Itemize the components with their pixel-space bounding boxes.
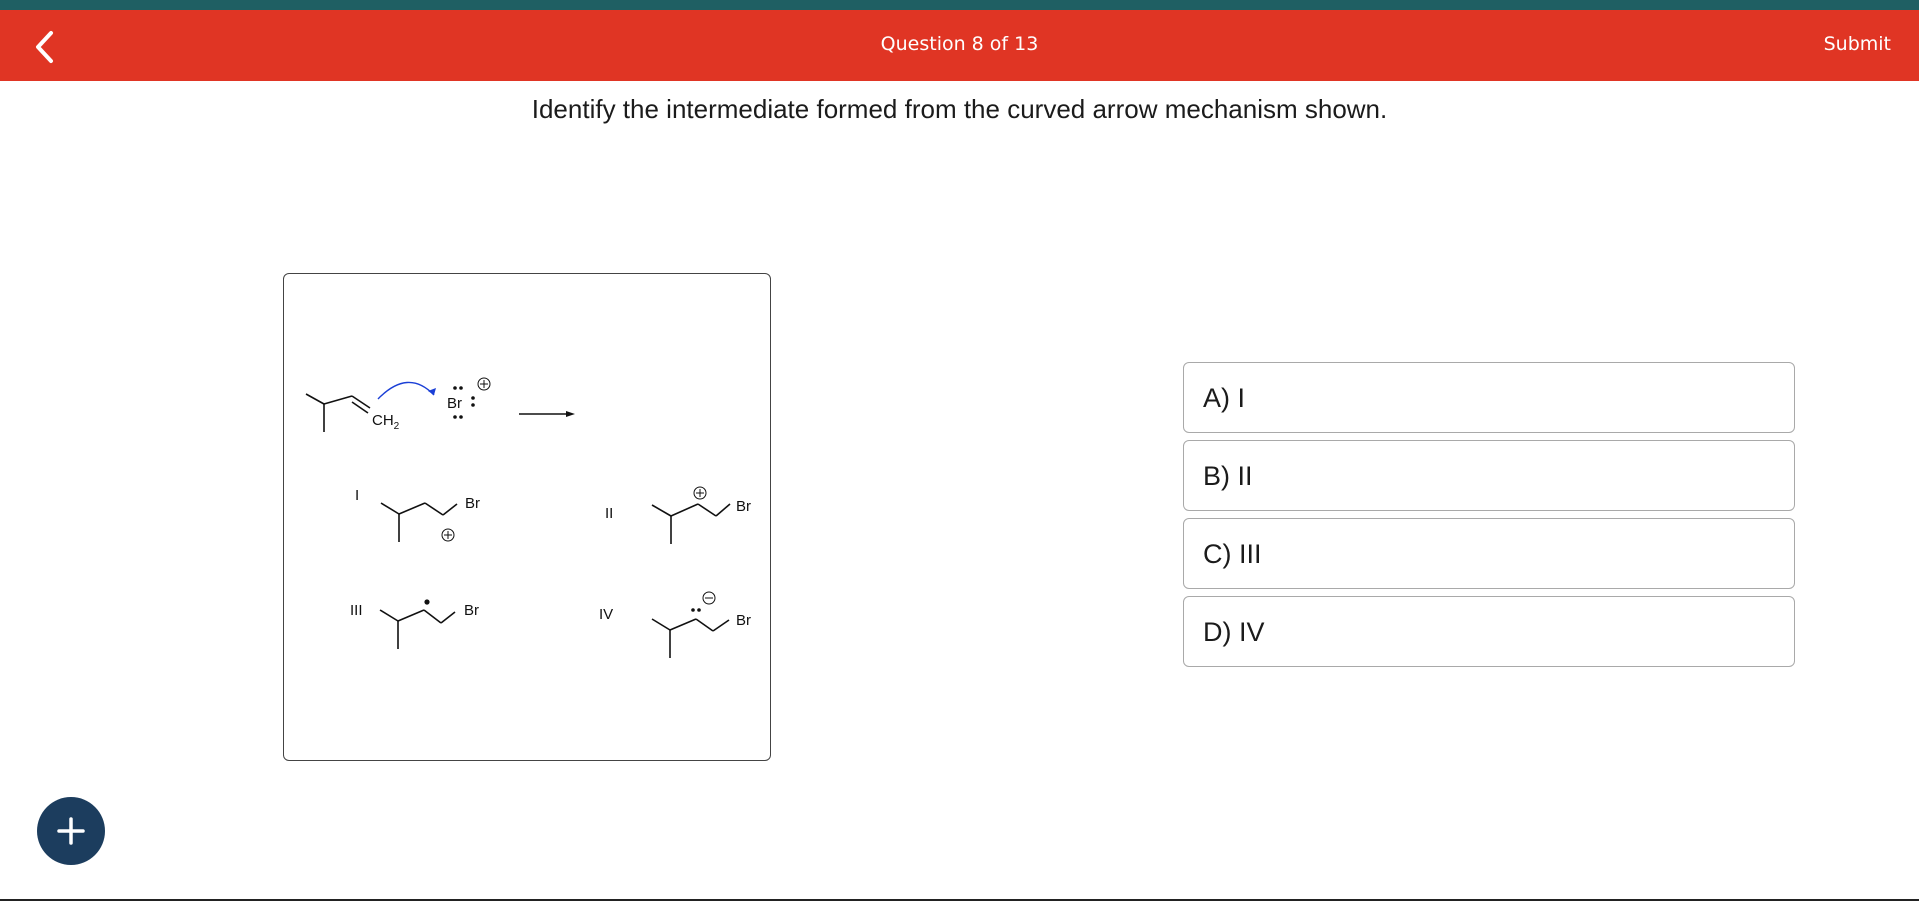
option-a[interactable]: A) I: [1183, 362, 1795, 433]
choice-i-molecule: [380, 502, 458, 542]
choice-i-br: Br: [465, 495, 480, 512]
curved-arrow: [377, 381, 435, 400]
choice-iii-br: Br: [464, 602, 479, 619]
option-c[interactable]: C) III: [1183, 518, 1795, 589]
plus-icon: [57, 817, 85, 845]
choice-i-numeral: I: [355, 487, 359, 504]
header-bar: Question 8 of 13 Submit: [0, 10, 1919, 81]
choice-ii-br: Br: [736, 498, 751, 515]
choice-iv-br: Br: [736, 612, 751, 629]
page-title: Question 8 of 13: [880, 33, 1039, 55]
bottom-divider: [0, 899, 1919, 901]
reactant-molecule: [305, 393, 371, 432]
option-b[interactable]: B) II: [1183, 440, 1795, 511]
choice-iii-molecule: [379, 609, 456, 649]
positive-charge-icon: [441, 528, 455, 542]
reagent-br-label: Br: [447, 395, 462, 412]
choice-iii-numeral: III: [350, 602, 363, 619]
choice-iv-numeral: IV: [599, 606, 613, 623]
question-prompt: Identify the intermediate formed from th…: [531, 94, 1388, 124]
choice-iv-molecule: [651, 618, 730, 658]
mechanism-diagram: CH2 Br I Br II Br III Br IV Br: [305, 377, 751, 658]
add-button[interactable]: [37, 797, 105, 865]
positive-charge-icon: [477, 377, 491, 391]
negative-charge-icon: [702, 591, 716, 605]
choice-ii-molecule: [651, 503, 731, 544]
reactant-ch2-label: CH2: [372, 412, 400, 432]
positive-charge-icon: [693, 486, 707, 500]
top-stripe: [0, 0, 1919, 10]
radical-dot: [424, 599, 430, 605]
submit-button[interactable]: Submit: [1824, 10, 1891, 78]
mechanism-figure: CH2 Br I Br II Br III Br IV Br: [283, 273, 771, 761]
answer-options: A) I B) II C) III D) IV: [1183, 362, 1795, 674]
choice-ii-numeral: II: [605, 505, 613, 522]
option-d[interactable]: D) IV: [1183, 596, 1795, 667]
